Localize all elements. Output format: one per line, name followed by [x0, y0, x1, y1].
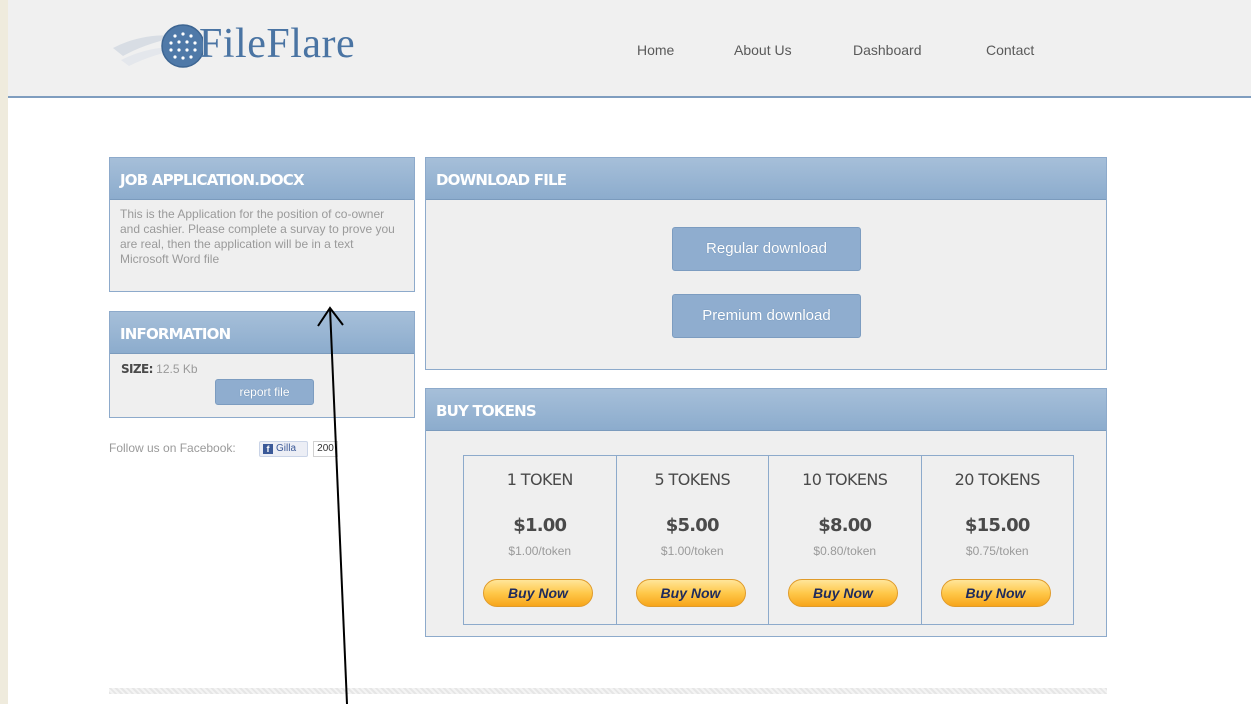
arrow-annotation-icon	[317, 306, 348, 704]
